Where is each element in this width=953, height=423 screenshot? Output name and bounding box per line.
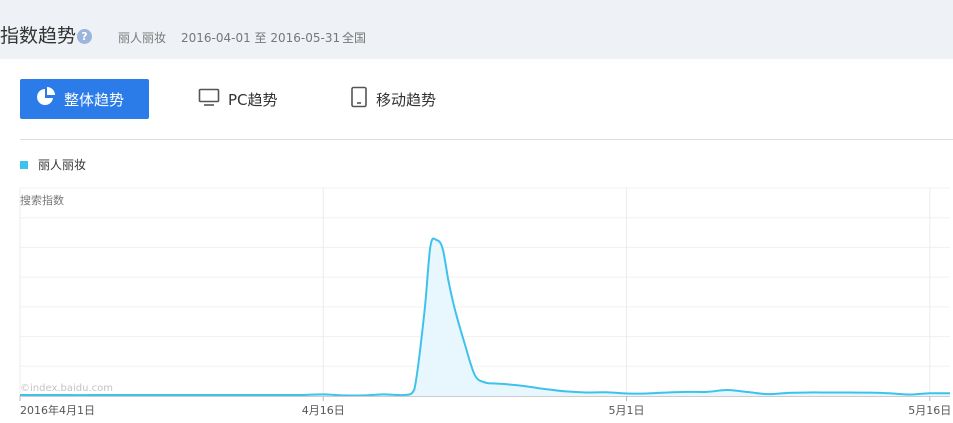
watermark: ©index.baidu.com [20,383,114,394]
x-tick-label: 5月16日 [908,404,952,417]
chart-grid [19,187,950,397]
x-tick-label: 5月1日 [608,404,645,417]
x-tick-label: 2016年4月1日 [20,404,95,417]
trend-chart[interactable] [0,0,953,423]
x-tick-label: 4月16日 [301,404,345,417]
y-axis-label: 搜索指数 [20,194,64,207]
series-line [20,237,951,397]
series-area-fill [20,238,950,396]
